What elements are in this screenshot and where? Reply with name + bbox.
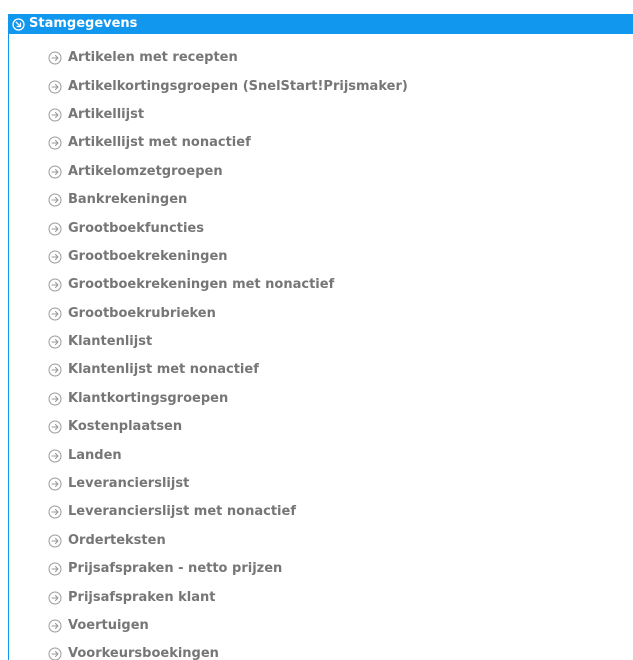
circle-arrow-right-icon	[48, 647, 62, 660]
list-item-label: Klantenlijst met nonactief	[68, 362, 259, 378]
list-item[interactable]: Klantkortingsgroepen	[48, 385, 628, 413]
list-item-label: Klantkortingsgroepen	[68, 390, 229, 406]
circle-arrow-right-icon	[48, 80, 62, 94]
section-title: Stamgegevens	[29, 16, 138, 31]
list-item[interactable]: Artikelkortingsgroepen (SnelStart!Prijsm…	[48, 72, 628, 100]
circle-arrow-right-icon	[48, 619, 62, 633]
list-item-label: Leverancierslijst	[68, 476, 190, 492]
list-item[interactable]: Voertuigen	[48, 612, 628, 640]
list-item-label: Grootboekfuncties	[68, 220, 204, 236]
circle-arrow-right-icon	[48, 136, 62, 150]
circle-arrow-right-icon	[48, 278, 62, 292]
list-item-label: Bankrekeningen	[68, 192, 188, 208]
list-item[interactable]: Grootboekrekeningen	[48, 243, 628, 271]
list-item-label: Prijsafspraken klant	[68, 589, 216, 605]
list-item[interactable]: Leverancierslijst met nonactief	[48, 498, 628, 526]
list-item-label: Artikelomzetgroepen	[68, 163, 223, 179]
circle-arrow-right-icon	[48, 335, 62, 349]
list-item[interactable]: Artikellijst	[48, 101, 628, 129]
list-item[interactable]: Artikelomzetgroepen	[48, 158, 628, 186]
list-item[interactable]: Artikelen met recepten	[48, 44, 628, 72]
list-item[interactable]: Prijsafspraken klant	[48, 583, 628, 611]
circle-arrow-right-icon	[48, 363, 62, 377]
list-item[interactable]: Klantenlijst	[48, 328, 628, 356]
list-item[interactable]: Orderteksten	[48, 527, 628, 555]
list-item-label: Grootboekrubrieken	[68, 305, 216, 321]
list-item[interactable]: Kostenplaatsen	[48, 413, 628, 441]
circle-arrow-right-icon	[48, 165, 62, 179]
left-border	[8, 34, 9, 660]
list-item-label: Artikellijst met nonactief	[68, 135, 251, 151]
list-item[interactable]: Voorkeursboekingen	[48, 640, 628, 660]
circle-arrow-right-icon	[48, 534, 62, 548]
stamgegevens-header[interactable]: Stamgegevens	[8, 14, 633, 34]
circle-arrow-right-icon	[48, 505, 62, 519]
list-item-label: Kostenplaatsen	[68, 419, 183, 435]
list-item[interactable]: Prijsafspraken - netto prijzen	[48, 555, 628, 583]
list-item[interactable]: Landen	[48, 441, 628, 469]
circle-arrow-down-right-icon	[12, 17, 25, 31]
list-item[interactable]: Artikellijst met nonactief	[48, 129, 628, 157]
list-item-label: Leverancierslijst met nonactief	[68, 504, 296, 520]
list-item[interactable]: Bankrekeningen	[48, 186, 628, 214]
list-item-label: Artikelen met recepten	[68, 50, 238, 66]
circle-arrow-right-icon	[48, 222, 62, 236]
circle-arrow-right-icon	[48, 449, 62, 463]
list-item-label: Prijsafspraken - netto prijzen	[68, 561, 283, 577]
list-item-label: Artikellijst	[68, 106, 145, 122]
circle-arrow-right-icon	[48, 420, 62, 434]
circle-arrow-right-icon	[48, 51, 62, 65]
list-item-label: Orderteksten	[68, 532, 166, 548]
circle-arrow-right-icon	[48, 108, 62, 122]
list-item[interactable]: Leverancierslijst	[48, 470, 628, 498]
list-item-label: Klantenlijst	[68, 334, 153, 350]
list-item[interactable]: Grootboekfuncties	[48, 214, 628, 242]
list-item-label: Artikelkortingsgroepen (SnelStart!Prijsm…	[68, 78, 408, 94]
circle-arrow-right-icon	[48, 477, 62, 491]
list-item-label: Grootboekrekeningen met nonactief	[68, 277, 335, 293]
stamgegevens-list: Artikelen met recepten Artikelkortingsgr…	[48, 44, 628, 660]
list-item-label: Landen	[68, 447, 122, 463]
list-item-label: Grootboekrekeningen	[68, 248, 228, 264]
circle-arrow-right-icon	[48, 250, 62, 264]
circle-arrow-right-icon	[48, 392, 62, 406]
circle-arrow-right-icon	[48, 591, 62, 605]
circle-arrow-right-icon	[48, 307, 62, 321]
circle-arrow-right-icon	[48, 193, 62, 207]
stamgegevens-tree: Stamgegevens Artikelen met recepten Arti…	[0, 0, 633, 660]
list-item-label: Voertuigen	[68, 618, 149, 633]
list-item-label: Voorkeursboekingen	[68, 646, 219, 660]
list-item[interactable]: Klantenlijst met nonactief	[48, 356, 628, 384]
circle-arrow-right-icon	[48, 562, 62, 576]
list-item[interactable]: Grootboekrekeningen met nonactief	[48, 271, 628, 299]
list-item[interactable]: Grootboekrubrieken	[48, 300, 628, 328]
